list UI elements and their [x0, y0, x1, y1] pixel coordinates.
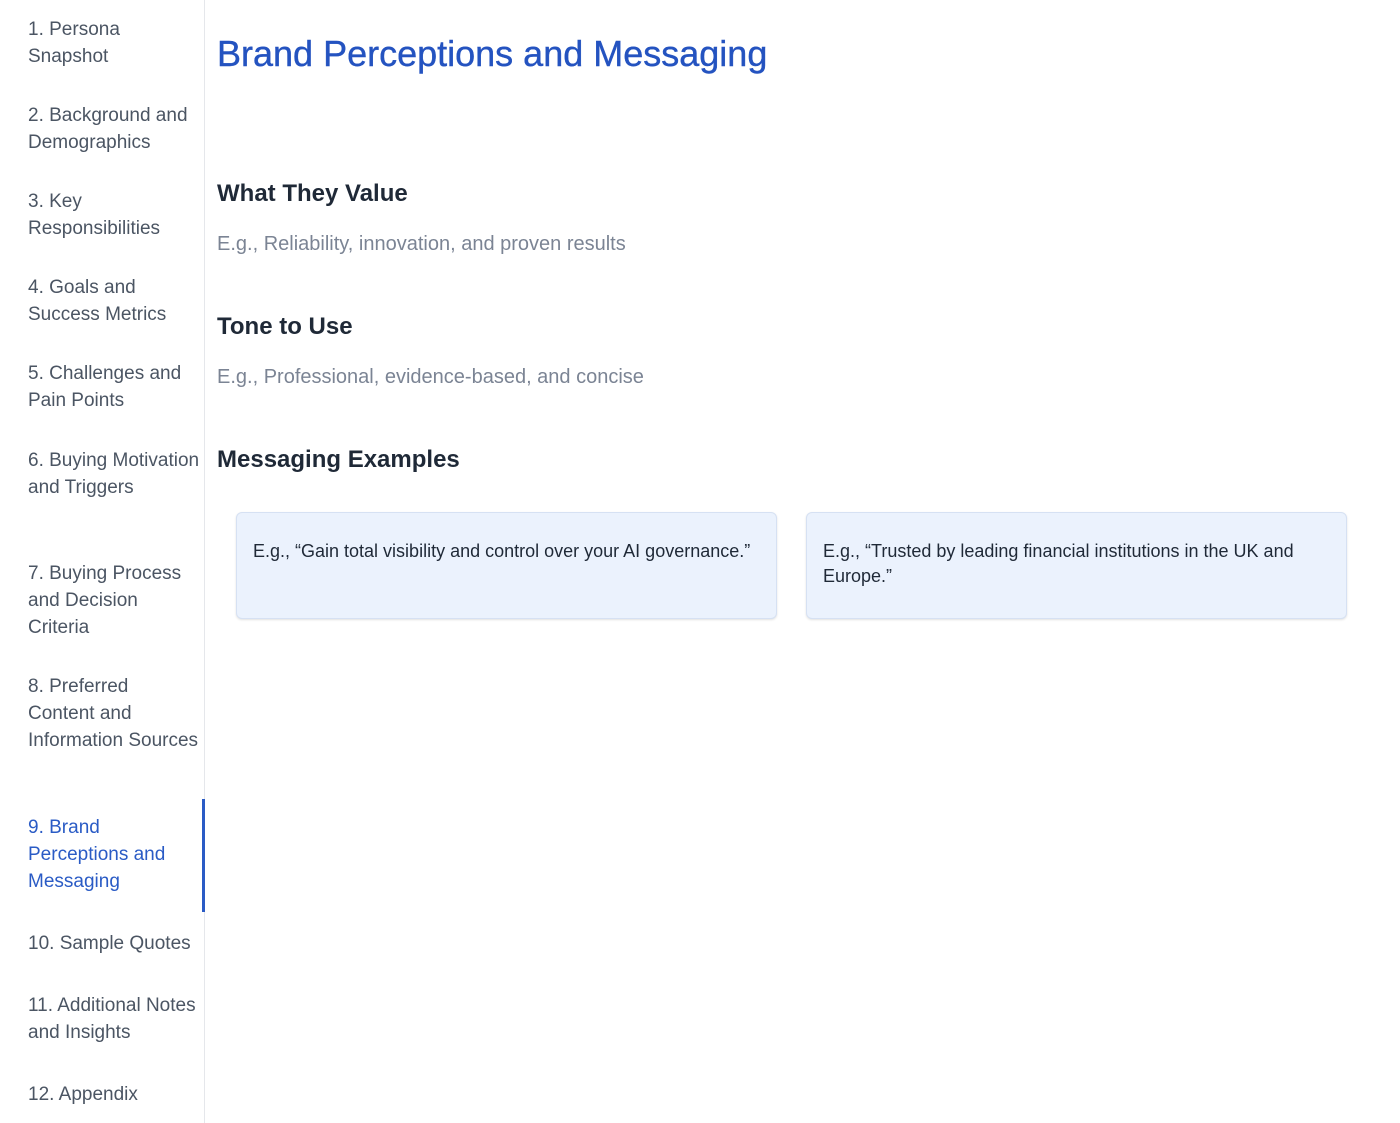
messaging-example-text: E.g., “Trusted by leading financial inst… [823, 541, 1294, 586]
page-layout: 1. Persona Snapshot 2. Background and De… [0, 0, 1400, 1123]
sidebar-item-brand-perceptions[interactable]: 9. Brand Perceptions and Messaging [28, 814, 200, 895]
sidebar-item-persona-snapshot[interactable]: 1. Persona Snapshot [28, 16, 200, 70]
messaging-example-card: E.g., “Trusted by leading financial inst… [806, 512, 1347, 619]
page-title: Brand Perceptions and Messaging [217, 33, 768, 74]
sidebar-item-appendix[interactable]: 12. Appendix [28, 1081, 200, 1108]
active-indicator [202, 799, 205, 912]
sidebar-item-additional-notes[interactable]: 11. Additional Notes and Insights [28, 992, 200, 1046]
messaging-example-text: E.g., “Gain total visibility and control… [253, 541, 751, 561]
sidebar-item-buying-motivation[interactable]: 6. Buying Motivation and Triggers [28, 447, 200, 501]
messaging-example-card: E.g., “Gain total visibility and control… [236, 512, 777, 619]
sidebar-item-challenges-pain-points[interactable]: 5. Challenges and Pain Points [28, 360, 200, 414]
sidebar-item-goals-success-metrics[interactable]: 4. Goals and Success Metrics [28, 274, 200, 328]
section-text-tone: E.g., Professional, evidence-based, and … [217, 366, 644, 388]
sidebar-item-buying-process[interactable]: 7. Buying Process and Decision Criteria [28, 560, 200, 641]
section-heading-values: What They Value [217, 180, 408, 207]
sidebar-item-background-demographics[interactable]: 2. Background and Demographics [28, 102, 200, 156]
sidebar-nav: 1. Persona Snapshot 2. Background and De… [0, 0, 205, 1123]
section-heading-tone: Tone to Use [217, 313, 353, 340]
sidebar-item-sample-quotes[interactable]: 10. Sample Quotes [28, 930, 200, 957]
sidebar-item-key-responsibilities[interactable]: 3. Key Responsibilities [28, 188, 200, 242]
sidebar-item-preferred-content[interactable]: 8. Preferred Content and Information Sou… [28, 673, 200, 754]
section-text-values: E.g., Reliability, innovation, and prove… [217, 233, 626, 255]
section-heading-messaging-examples: Messaging Examples [217, 446, 460, 473]
